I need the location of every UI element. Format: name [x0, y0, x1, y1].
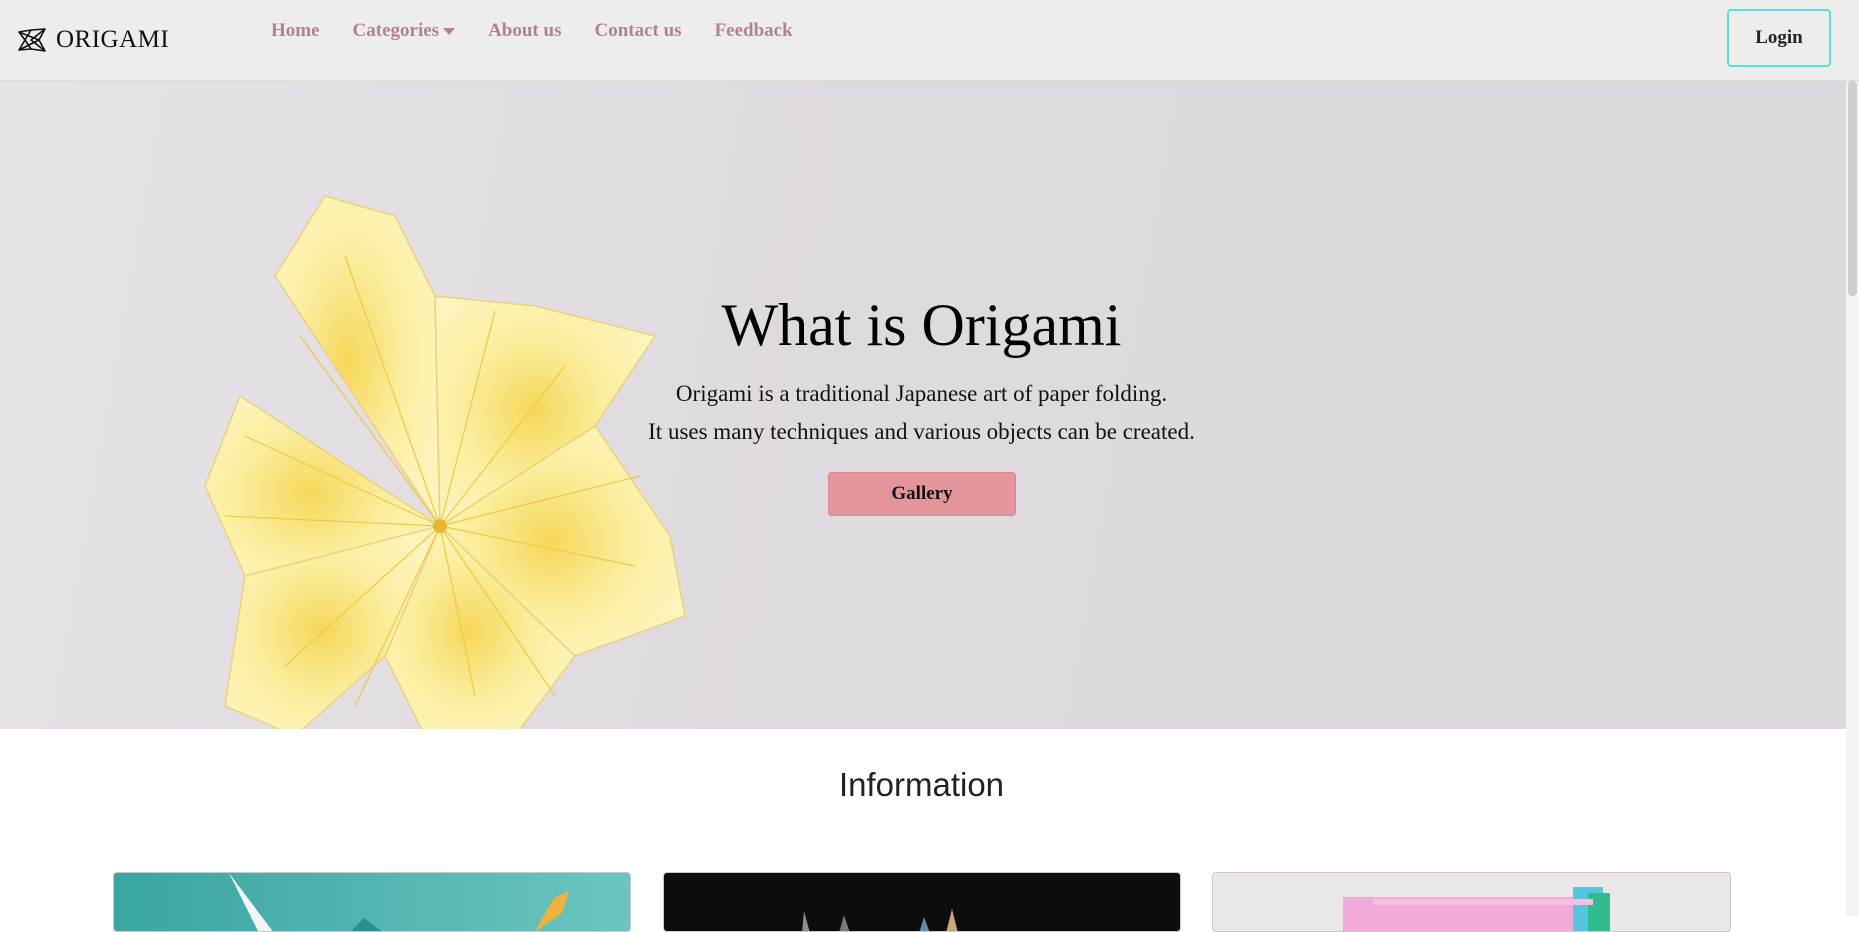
- hero-title: What is Origami: [721, 292, 1122, 358]
- colored-paper-stack-image: [1343, 887, 1610, 931]
- nav-home-label: Home: [271, 20, 320, 41]
- login-button[interactable]: Login: [1727, 9, 1831, 67]
- hero-description-line2: It uses many techniques and various obje…: [648, 419, 1195, 444]
- info-card-image-2[interactable]: [663, 872, 1181, 932]
- nav-about-label: About us: [488, 20, 562, 41]
- brand[interactable]: ORIGAMI: [17, 26, 169, 54]
- nav-about[interactable]: About us: [488, 20, 561, 42]
- paper-animals-image: [802, 909, 958, 931]
- nav-links: Home Categories About us Contact us Feed…: [271, 20, 826, 42]
- nav-categories-label: Categories: [352, 20, 440, 41]
- nav-feedback[interactable]: Feedback: [715, 20, 793, 42]
- nav-contact[interactable]: Contact us: [594, 20, 681, 42]
- page-scrollbar[interactable]: [1846, 81, 1859, 916]
- gallery-button[interactable]: Gallery: [828, 472, 1016, 516]
- origami-crane-icon: [18, 28, 46, 52]
- caret-down-icon: [443, 28, 456, 35]
- scrollbar-thumb[interactable]: [1848, 81, 1857, 296]
- nav-categories[interactable]: Categories: [353, 20, 456, 42]
- nav-contact-label: Contact us: [594, 20, 682, 41]
- info-card-image-1[interactable]: [113, 872, 631, 932]
- brand-name: ORIGAMI: [56, 26, 170, 53]
- navbar: ORIGAMI Home Categories About us Contact…: [0, 0, 1859, 81]
- nav-home[interactable]: Home: [271, 20, 320, 42]
- paper-crane-image: [229, 873, 569, 931]
- nav-feedback-label: Feedback: [714, 20, 793, 41]
- info-card-image-3[interactable]: [1212, 872, 1731, 932]
- information-heading: Information: [838, 766, 1005, 803]
- hero-section: What is Origami Origami is a traditional…: [0, 81, 1846, 729]
- hero-description-line1: Origami is a traditional Japanese art of…: [675, 381, 1168, 406]
